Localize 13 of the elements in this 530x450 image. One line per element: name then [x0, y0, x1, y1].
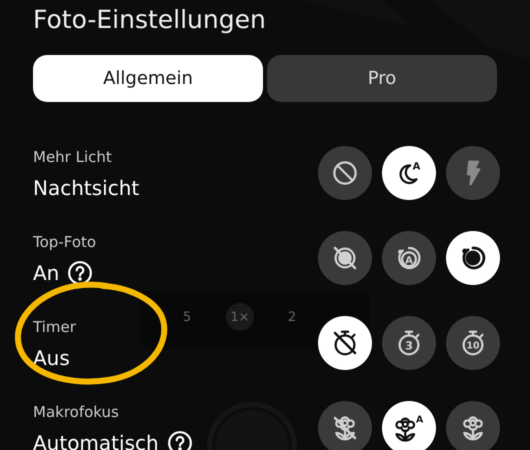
setting-value: Automatisch	[33, 430, 159, 450]
help-icon[interactable]	[166, 430, 193, 450]
setting-value: Nachtsicht	[33, 175, 140, 202]
setting-label: Timer	[33, 317, 76, 338]
setting-value: An	[33, 260, 60, 287]
tab[interactable]: Allgemein	[33, 55, 263, 102]
setting-label: Mehr Licht	[33, 147, 112, 168]
tab[interactable]: Pro	[267, 55, 497, 102]
setting-label: Top-Foto	[33, 232, 96, 253]
setting-value: Aus	[33, 345, 70, 372]
setting-label: Makrofokus	[33, 402, 119, 423]
help-icon[interactable]	[67, 260, 94, 286]
screen-title: Foto-Einstellungen	[33, 4, 266, 36]
